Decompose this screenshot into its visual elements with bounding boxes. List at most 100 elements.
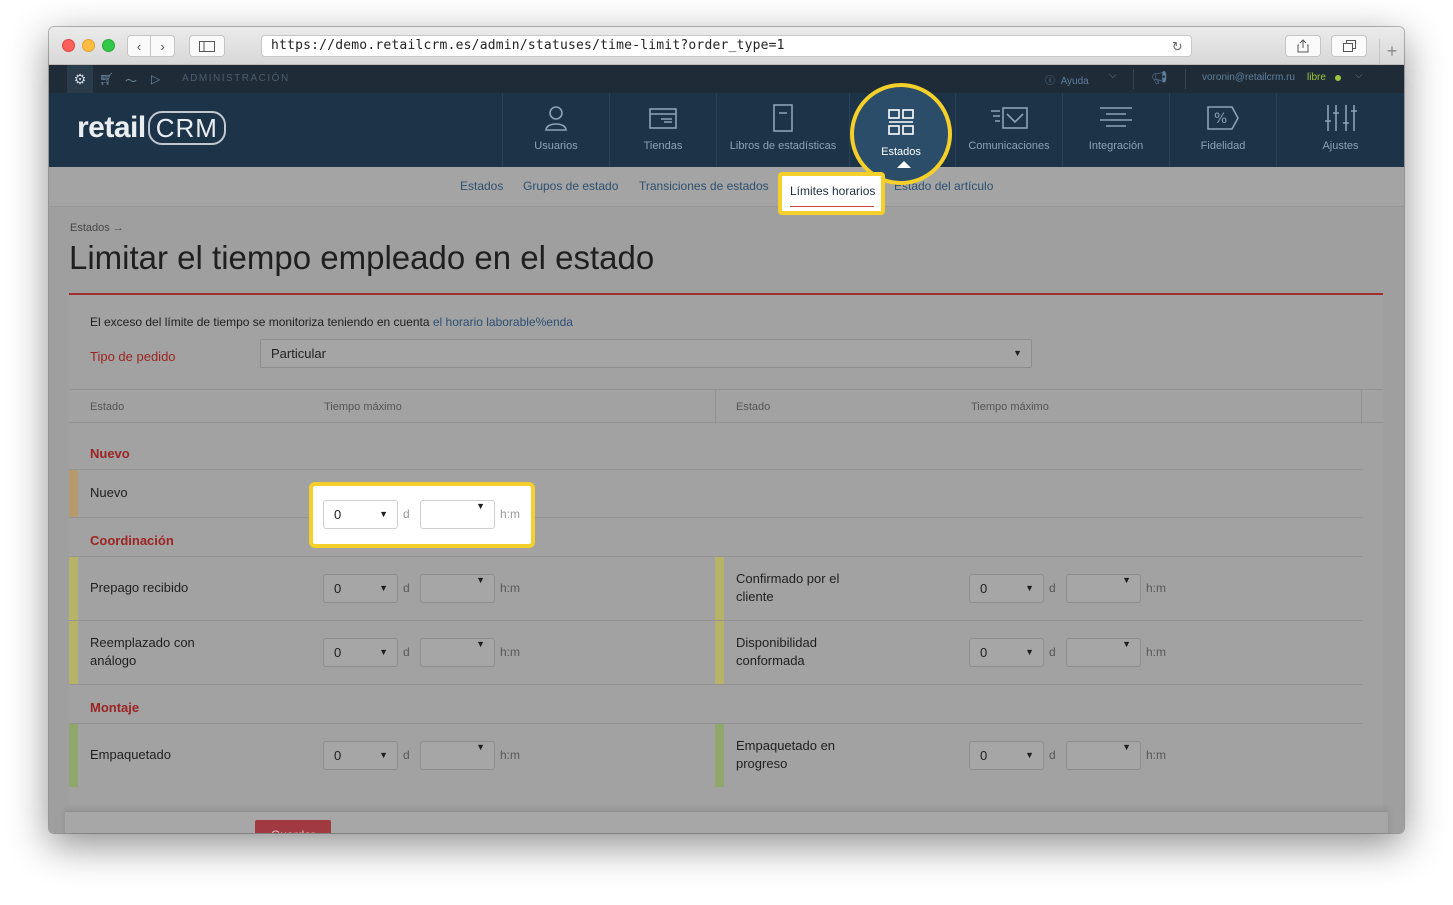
time-limit-card: El exceso del límite de tiempo se monito… xyxy=(69,295,1383,825)
sidebar-button[interactable] xyxy=(189,35,225,57)
hours-minutes-select[interactable]: ▼ xyxy=(420,500,495,529)
status-color-bar xyxy=(69,621,78,684)
group-title-nuevo: Nuevo xyxy=(90,446,130,461)
sidebar-icon xyxy=(199,40,215,52)
retailcrm-logo[interactable]: retail CRM xyxy=(77,111,226,145)
nav-item-tiendas[interactable]: Tiendas xyxy=(609,93,716,167)
days-value: 0 xyxy=(334,748,342,763)
column-header-tiempo: Tiempo máximo xyxy=(971,401,1049,413)
sliders-icon xyxy=(1324,105,1357,131)
caret-down-icon: ▼ xyxy=(1013,348,1022,358)
unit-hm: h:m xyxy=(1146,581,1167,595)
tabs-icon xyxy=(1342,40,1356,52)
admin-section-label: ADMINISTRACIÓN xyxy=(182,73,290,84)
nav-item-fidelidad[interactable]: % Fidelidad xyxy=(1169,93,1276,167)
column-header-tiempo: Tiempo máximo xyxy=(324,401,402,413)
url-bar[interactable]: https://demo.retailcrm.es/admin/statuses… xyxy=(261,35,1192,57)
close-window-button[interactable] xyxy=(62,39,75,52)
hours-minutes-select[interactable]: ▼ xyxy=(1066,574,1141,603)
new-tab-icon[interactable]: + xyxy=(1379,39,1404,65)
chevron-down-icon[interactable]: ⌵ xyxy=(1355,70,1363,81)
status-name: Empaquetado xyxy=(90,747,171,762)
megaphone-icon[interactable]: 📢︎ xyxy=(1151,70,1168,86)
status-name: Confirmado por el cliente xyxy=(736,571,840,604)
nav-label: Ajustes xyxy=(1322,140,1359,152)
nav-label: Usuarios xyxy=(534,140,578,152)
status-color-bar xyxy=(715,724,724,787)
nav-label: Comunicaciones xyxy=(968,140,1050,152)
share-button[interactable] xyxy=(1285,35,1321,57)
days-select[interactable]: 0 ▼ xyxy=(323,638,398,667)
breadcrumb[interactable]: Estados → xyxy=(70,222,124,234)
back-icon: ‹ xyxy=(136,38,142,54)
chevron-down-icon[interactable]: ⌵ xyxy=(1109,70,1117,81)
nav-item-libros[interactable]: Libros de estadísticas xyxy=(716,93,849,167)
user-status: libre xyxy=(1307,72,1326,83)
days-select[interactable]: 0 ▼ xyxy=(969,574,1044,603)
working-hours-link[interactable]: el horario laborable%enda xyxy=(433,315,573,329)
book-icon xyxy=(773,104,793,132)
divider xyxy=(1133,69,1134,89)
subnav-item-transiciones[interactable]: Transiciones de estados xyxy=(639,179,769,193)
gear-icon[interactable]: ⚙ xyxy=(67,65,93,93)
nav-label: Tiendas xyxy=(643,140,683,152)
user-email[interactable]: voronin@retailcrm.ru xyxy=(1202,72,1295,83)
nav-item-comunicaciones[interactable]: Comunicaciones xyxy=(955,93,1062,167)
percent-tag-icon: % xyxy=(1207,106,1239,130)
days-select[interactable]: 0 ▼ xyxy=(969,741,1044,770)
save-button[interactable]: Guardar xyxy=(255,820,331,833)
cart-icon[interactable]: 🛒︎ xyxy=(99,72,114,86)
zoom-window-button[interactable] xyxy=(102,39,115,52)
sub-navigation: Estados Grupos de estado Transiciones de… xyxy=(49,167,1404,207)
statuses-grid-icon xyxy=(888,109,914,135)
tabs-button[interactable] xyxy=(1331,35,1367,57)
caret-down-icon: ▼ xyxy=(476,742,485,752)
hours-minutes-select[interactable]: ▼ xyxy=(420,741,495,770)
caret-down-icon: ▼ xyxy=(476,575,485,585)
nav-item-ajustes[interactable]: Ajustes xyxy=(1276,93,1404,167)
mail-icon xyxy=(991,107,1028,129)
nav-item-integracion[interactable]: Integración xyxy=(1062,93,1169,167)
hours-minutes-select[interactable]: ▼ xyxy=(1066,741,1141,770)
caret-down-icon: ▼ xyxy=(1025,647,1034,657)
column-divider xyxy=(1361,390,1362,424)
hours-minutes-select[interactable]: ▼ xyxy=(420,574,495,603)
row-divider xyxy=(69,684,1363,685)
status-color-bar xyxy=(715,557,724,620)
group-title-montaje: Montaje xyxy=(90,700,140,715)
forward-button[interactable]: › xyxy=(151,35,175,57)
nav-item-usuarios[interactable]: Usuarios xyxy=(502,93,609,167)
status-name: Reemplazado con análogo xyxy=(90,635,195,668)
unit-days: d xyxy=(403,507,410,521)
nav-item-estados-highlight[interactable]: Estados xyxy=(850,83,952,185)
unit-days: d xyxy=(403,748,410,762)
help-link[interactable]: ⓘ Ayuda xyxy=(1045,72,1089,87)
unit-days: d xyxy=(1049,581,1056,595)
subnav-item-grupos[interactable]: Grupos de estado xyxy=(523,179,618,193)
unit-hm: h:m xyxy=(1146,748,1167,762)
nav-label: Integración xyxy=(1088,140,1144,152)
caret-down-icon: ▼ xyxy=(476,639,485,649)
caret-down-icon: ▼ xyxy=(379,750,388,760)
play-icon[interactable]: ▷ xyxy=(151,72,160,86)
active-pointer xyxy=(897,161,911,168)
subnav-item-estados[interactable]: Estados xyxy=(460,179,503,193)
column-header-estado: Estado xyxy=(736,401,771,413)
subnav-item-limites-horarios[interactable]: Límites horarios xyxy=(778,172,885,215)
store-icon xyxy=(649,108,677,129)
days-select[interactable]: 0 ▼ xyxy=(323,741,398,770)
minimize-window-button[interactable] xyxy=(82,39,95,52)
days-value: 0 xyxy=(334,507,342,522)
order-type-select[interactable]: Particular ▼ xyxy=(260,339,1032,368)
unit-days: d xyxy=(1049,645,1056,659)
chart-icon[interactable]: 〜 xyxy=(125,72,137,89)
days-select[interactable]: 0 ▼ xyxy=(969,638,1044,667)
status-name: Empaquetado en progreso xyxy=(736,738,836,771)
divider xyxy=(1185,69,1186,89)
days-select[interactable]: 0 ▼ xyxy=(323,574,398,603)
back-button[interactable]: ‹ xyxy=(127,35,151,57)
days-select[interactable]: 0 ▼ xyxy=(323,500,398,529)
hours-minutes-select[interactable]: ▼ xyxy=(1066,638,1141,667)
hours-minutes-select[interactable]: ▼ xyxy=(420,638,495,667)
reload-icon[interactable]: ↻ xyxy=(1172,38,1183,58)
